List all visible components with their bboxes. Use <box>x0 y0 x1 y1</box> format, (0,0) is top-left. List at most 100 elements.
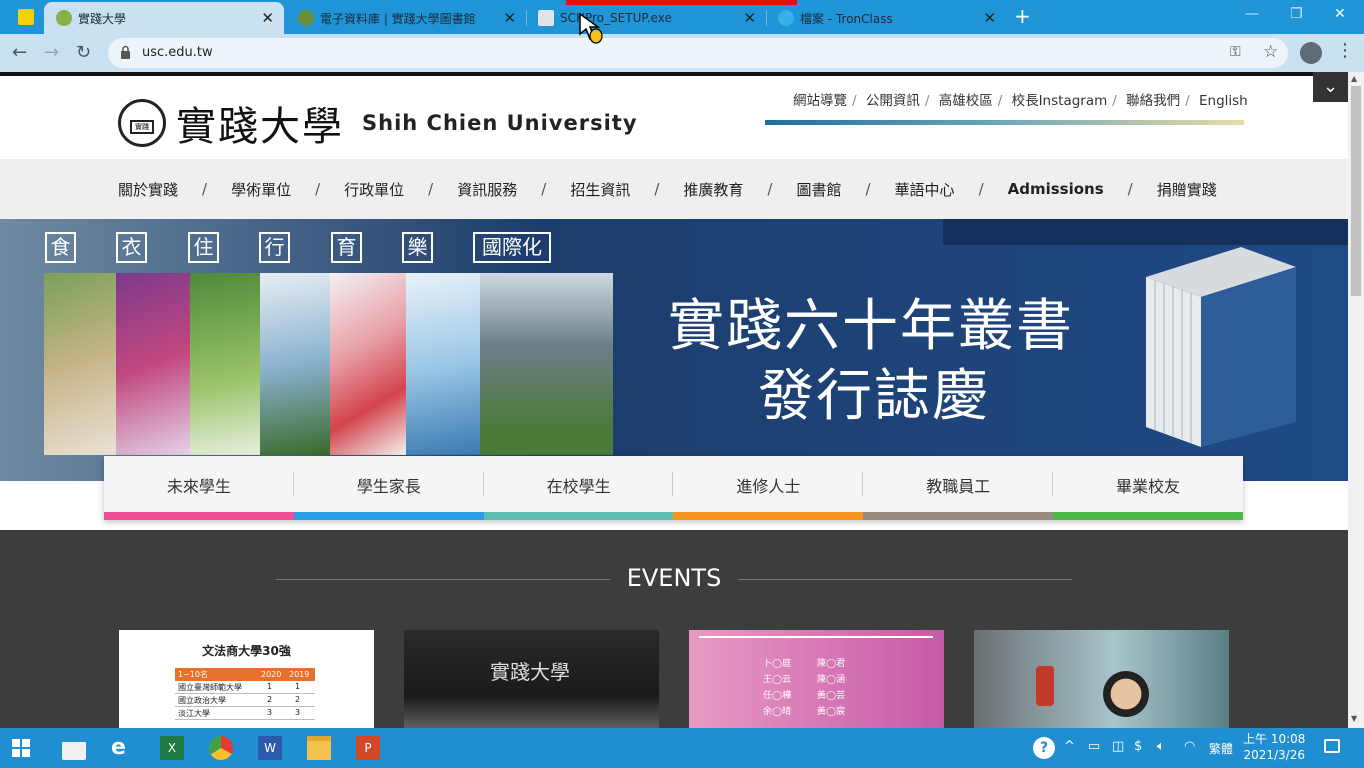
audience-label: 進修人士 <box>736 477 801 496</box>
book-boxset-image <box>1146 247 1296 447</box>
store-icon[interactable] <box>62 736 86 760</box>
windows-taskbar: e X W P ? ^ ▭ ◫ $ 🔈︎ ◠ 繁體 上午 10:08 2021/… <box>0 728 1364 768</box>
utility-links: 網站導覽 / 公開資訊 / 高雄校區 / 校長Instagram / 聯絡我們 / Eng… <box>793 89 1248 109</box>
key-icon[interactable]: ⚿ <box>1230 44 1241 60</box>
ranking-header: 1~10名 2020 2019 <box>175 668 315 681</box>
scroll-thumb[interactable] <box>1351 86 1361 296</box>
event-card-ranking[interactable]: 文法商大學30強 1~10名 2020 2019 國立臺灣師範大學 1 1 國立… <box>119 630 374 728</box>
back-arrow-icon[interactable]: ← <box>12 42 27 63</box>
chevron-up-icon[interactable]: ^ <box>1064 739 1075 754</box>
volume-icon[interactable]: 🔈︎ <box>1157 739 1165 754</box>
internet-explorer-icon[interactable]: e <box>111 736 135 760</box>
tab-library[interactable]: 電子資料庫 | 實踐大學圖書館 ✕ <box>286 2 527 34</box>
event-card-ceremony[interactable]: 實踐大學 <box>404 630 659 728</box>
close-tab-icon[interactable]: ✕ <box>743 9 756 27</box>
close-tab-icon[interactable]: ✕ <box>261 9 274 27</box>
tab-download[interactable]: SCHPro_SETUP.exe ✕ <box>526 2 767 34</box>
device-icon[interactable]: ◫ <box>1112 739 1124 754</box>
nav-academic[interactable]: 學術單位 <box>231 179 291 200</box>
maximize-icon[interactable]: ❐ <box>1290 6 1303 22</box>
help-icon[interactable]: ? <box>1033 737 1055 759</box>
tab-tronclass[interactable]: 檔案 - TronClass ✕ <box>766 2 1006 34</box>
close-window-icon[interactable]: ✕ <box>1334 6 1346 22</box>
audience-continuing[interactable]: 進修人士 <box>673 456 864 520</box>
page-scrollbar[interactable]: ▲ ▼ <box>1348 72 1364 728</box>
nav-admissions[interactable]: Admissions <box>1008 180 1104 198</box>
browser-toolbar: ← → ↻ usc.edu.tw ⚿ ☆ ⋮ <box>0 34 1364 72</box>
site-logo[interactable]: 實踐 實踐大學 Shih Chien University <box>118 94 638 152</box>
minimize-icon[interactable]: — <box>1245 6 1259 22</box>
nav-extension[interactable]: 推廣教育 <box>683 179 743 200</box>
bookmark-star-icon[interactable]: ☆ <box>1263 42 1278 62</box>
ranking-value: 3 <box>267 708 273 717</box>
link-contact[interactable]: 聯絡我們 <box>1126 93 1180 109</box>
slash: / <box>997 93 1003 109</box>
close-tab-icon[interactable]: ✕ <box>983 9 996 27</box>
link-english[interactable]: English <box>1199 93 1248 109</box>
system-clock[interactable]: 上午 10:08 2021/3/26 <box>1243 731 1305 763</box>
ranking-value: 1 <box>267 682 273 691</box>
audience-prospective[interactable]: 未來學生 <box>104 456 294 520</box>
keyword-leisure: 樂 <box>402 232 433 263</box>
audience-staff[interactable]: 教職員工 <box>863 456 1054 520</box>
forward-arrow-icon[interactable]: → <box>44 42 59 63</box>
event-card-awards[interactable]: 卜◯庭 陳◯君 王◯云 陳◯涵 任◯樺 黃◯芸 余◯晴 黃◯宸 <box>689 630 944 728</box>
nav-admission-info[interactable]: 招生資訊 <box>570 179 630 200</box>
events-title: EVENTS <box>626 564 722 592</box>
card-top-rule <box>699 636 933 638</box>
input-method[interactable]: 繁體 <box>1209 740 1233 757</box>
notification-icon[interactable] <box>1324 739 1340 753</box>
menu-kebab-icon[interactable]: ⋮ <box>1336 40 1354 61</box>
audience-label: 未來學生 <box>166 477 231 496</box>
scroll-up-icon[interactable]: ▲ <box>1351 74 1357 83</box>
file-explorer-icon[interactable] <box>307 736 331 760</box>
audience-color-bar <box>104 512 294 520</box>
awardee-name: 黃◯芸 <box>817 691 846 701</box>
nav-it[interactable]: 資訊服務 <box>457 179 517 200</box>
nav-chinese-center[interactable]: 華語中心 <box>895 179 955 200</box>
address-bar[interactable]: usc.edu.tw ⚿ ☆ <box>108 38 1288 68</box>
awardee-name: 任◯樺 <box>763 691 792 701</box>
audience-parents[interactable]: 學生家長 <box>293 456 484 520</box>
word-icon[interactable]: W <box>258 736 282 760</box>
scroll-down-icon[interactable]: ▼ <box>1351 714 1357 723</box>
audience-color-bar <box>673 512 864 520</box>
link-instagram[interactable]: 校長Instagram <box>1012 93 1108 109</box>
hero-banner[interactable]: 食 衣 住 行 育 樂 國際化 實踐六十年叢書 發行誌慶 <box>0 219 1348 587</box>
book-cover-4 <box>260 273 330 455</box>
powerpoint-icon[interactable]: P <box>356 736 380 760</box>
file-favicon-icon <box>538 10 554 26</box>
download-progress-bar <box>566 0 797 5</box>
nav-admin[interactable]: 行政單位 <box>344 179 404 200</box>
slash: / <box>315 180 321 198</box>
nav-library[interactable]: 圖書館 <box>796 179 841 200</box>
reload-icon[interactable]: ↻ <box>76 42 91 63</box>
link-sitemap[interactable]: 網站導覽 <box>793 93 847 109</box>
windows-start-icon[interactable] <box>12 739 30 757</box>
new-tab-button[interactable]: + <box>1014 4 1031 28</box>
event-card-broadcast[interactable] <box>974 630 1229 728</box>
nav-about[interactable]: 關於實踐 <box>118 179 178 200</box>
chrome-icon[interactable] <box>209 736 233 760</box>
audience-students[interactable]: 在校學生 <box>483 456 674 520</box>
excel-icon[interactable]: X <box>160 736 184 760</box>
slash: / <box>202 180 208 198</box>
events-line-right <box>738 579 1072 580</box>
close-tab-icon[interactable]: ✕ <box>503 9 516 27</box>
dollar-icon[interactable]: $ <box>1134 739 1142 754</box>
nav-donate[interactable]: 捐贈實踐 <box>1157 179 1217 200</box>
microphone-image <box>1036 666 1054 706</box>
browser-tab-strip: 實踐大學 ✕ 電子資料庫 | 實踐大學圖書館 ✕ SCHPro_SETUP.ex… <box>0 0 1364 34</box>
chevron-down-icon[interactable]: ⌄ <box>1313 72 1348 102</box>
usc-favicon-icon <box>56 10 72 26</box>
year-2020: 2020 <box>261 670 282 679</box>
battery-icon[interactable]: ▭ <box>1088 739 1100 754</box>
audience-alumni[interactable]: 畢業校友 <box>1053 456 1243 520</box>
wifi-icon[interactable]: ◠ <box>1184 739 1195 754</box>
link-public-info[interactable]: 公開資訊 <box>866 93 920 109</box>
profile-avatar-icon[interactable] <box>1300 42 1322 64</box>
app-icon[interactable] <box>18 9 34 25</box>
link-kaohsiung[interactable]: 高雄校區 <box>939 93 993 109</box>
book-cover-5 <box>330 273 406 455</box>
tab-usc[interactable]: 實踐大學 ✕ <box>44 2 284 34</box>
